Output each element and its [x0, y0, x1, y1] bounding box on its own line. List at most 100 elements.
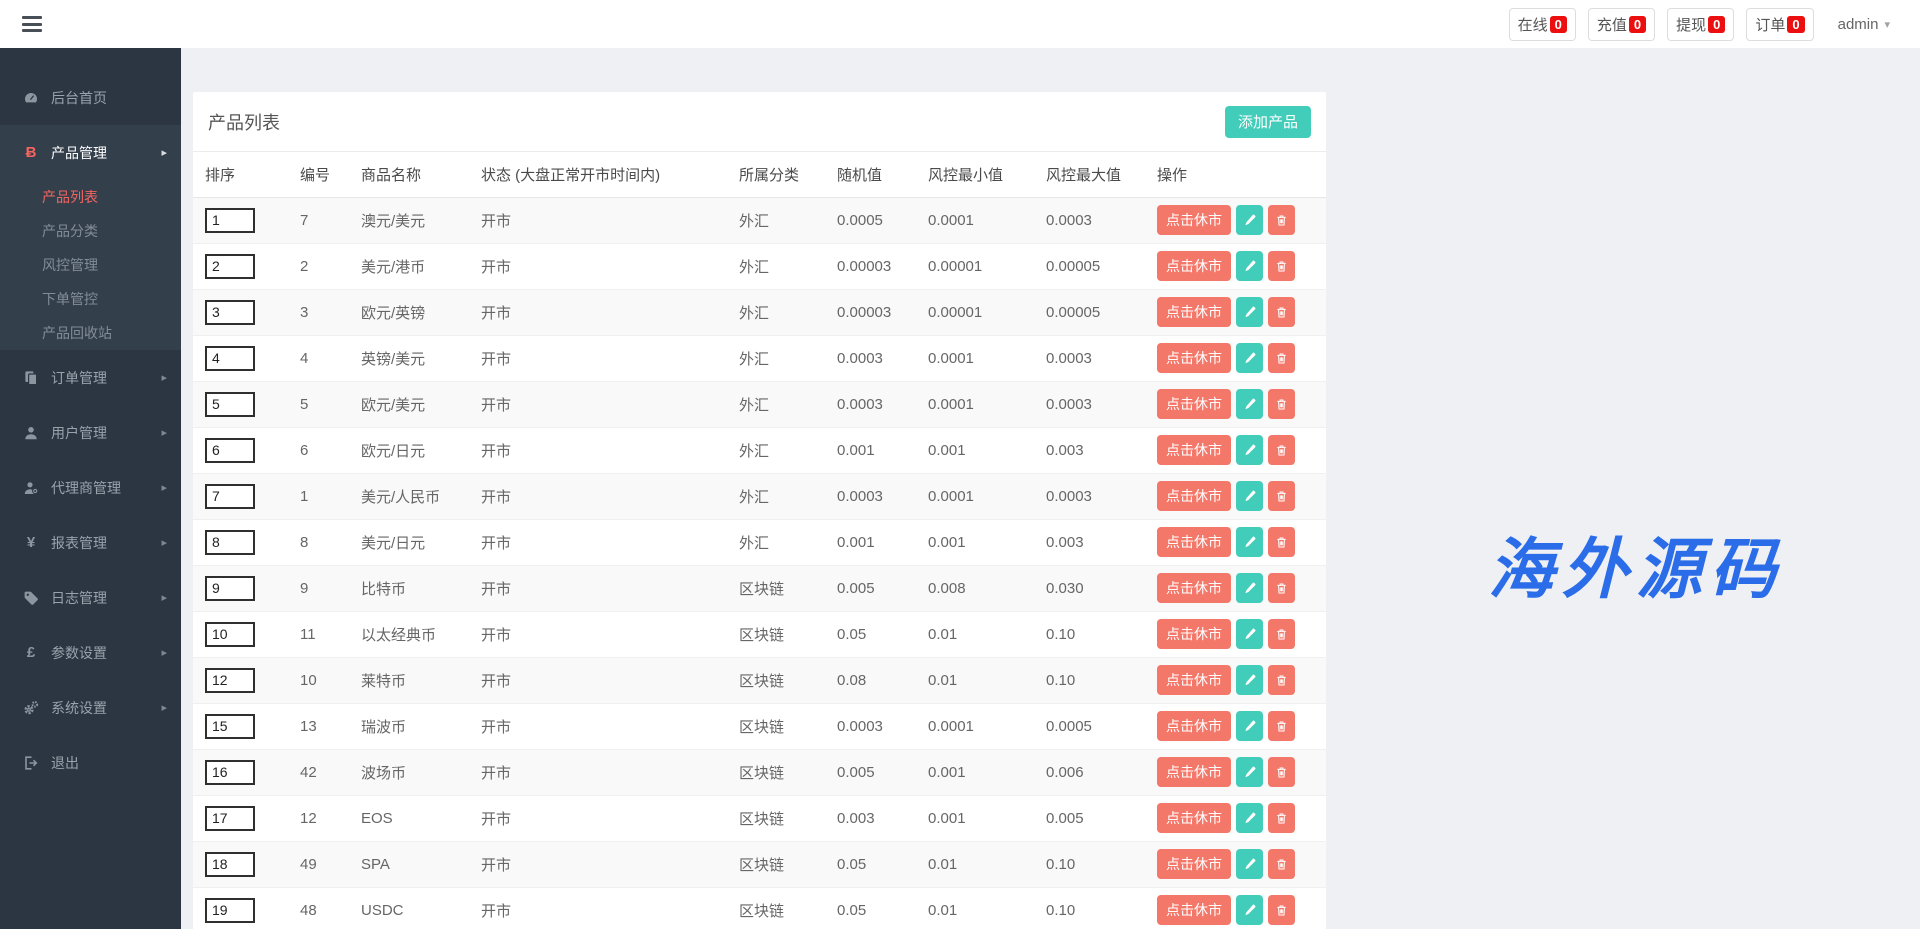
edit-button[interactable]: [1236, 527, 1263, 557]
sort-order-input[interactable]: [205, 668, 255, 693]
toggle-market-button[interactable]: 点击休市: [1157, 711, 1231, 741]
sort-order-input[interactable]: [205, 300, 255, 325]
edit-button[interactable]: [1236, 389, 1263, 419]
sort-order-input[interactable]: [205, 484, 255, 509]
sidebar-item-agent-manage[interactable]: 代理商管理▸: [0, 460, 181, 515]
delete-button[interactable]: [1268, 757, 1295, 787]
sidebar-subitem-product-recycle[interactable]: 产品回收站: [0, 316, 181, 350]
add-product-button[interactable]: 添加产品: [1225, 106, 1311, 138]
toggle-market-button[interactable]: 点击休市: [1157, 205, 1231, 235]
sort-order-input[interactable]: [205, 208, 255, 233]
toggle-market-button[interactable]: 点击休市: [1157, 619, 1231, 649]
toggle-market-button[interactable]: 点击休市: [1157, 849, 1231, 879]
sort-order-input[interactable]: [205, 760, 255, 785]
menu-toggle-icon[interactable]: [22, 13, 42, 36]
sort-order-input[interactable]: [205, 622, 255, 647]
toggle-market-button[interactable]: 点击休市: [1157, 435, 1231, 465]
toggle-market-button[interactable]: 点击休市: [1157, 757, 1231, 787]
sidebar-item-logout[interactable]: 退出: [0, 735, 181, 790]
toggle-market-button[interactable]: 点击休市: [1157, 895, 1231, 925]
toggle-market-button[interactable]: 点击休市: [1157, 803, 1231, 833]
delete-button[interactable]: [1268, 343, 1295, 373]
edit-button[interactable]: [1236, 297, 1263, 327]
edit-button[interactable]: [1236, 205, 1263, 235]
sidebar-subitem-risk-manage[interactable]: 风控管理: [0, 248, 181, 282]
delete-button[interactable]: [1268, 573, 1295, 603]
risk-min-value: 0.01: [916, 841, 1034, 887]
sidebar-item-label: 后台首页: [51, 88, 167, 108]
topbar-stat-online[interactable]: 在线0: [1509, 8, 1576, 41]
product-status: 开市: [469, 473, 727, 519]
sort-order-input[interactable]: [205, 392, 255, 417]
sort-order-input[interactable]: [205, 898, 255, 923]
delete-button[interactable]: [1268, 481, 1295, 511]
product-no: 13: [288, 703, 349, 749]
edit-button[interactable]: [1236, 757, 1263, 787]
toggle-market-button[interactable]: 点击休市: [1157, 527, 1231, 557]
sidebar-item-label: 系统设置: [51, 698, 161, 718]
toggle-market-button[interactable]: 点击休市: [1157, 481, 1231, 511]
sort-order-input[interactable]: [205, 438, 255, 463]
sort-order-input[interactable]: [205, 852, 255, 877]
random-value: 0.005: [825, 749, 916, 795]
delete-button[interactable]: [1268, 895, 1295, 925]
sidebar-item-user-manage[interactable]: 用户管理▸: [0, 405, 181, 460]
delete-button[interactable]: [1268, 251, 1295, 281]
product-row: 6欧元/日元开市外汇0.0010.0010.003 点击休市: [193, 427, 1326, 473]
edit-button[interactable]: [1236, 343, 1263, 373]
toggle-market-button[interactable]: 点击休市: [1157, 251, 1231, 281]
sidebar-item-param-settings[interactable]: £参数设置▸: [0, 625, 181, 680]
toggle-market-button[interactable]: 点击休市: [1157, 297, 1231, 327]
delete-button[interactable]: [1268, 527, 1295, 557]
sort-order-input[interactable]: [205, 576, 255, 601]
sidebar-item-dashboard[interactable]: 后台首页: [0, 70, 181, 125]
sort-order-input[interactable]: [205, 254, 255, 279]
delete-button[interactable]: [1268, 205, 1295, 235]
edit-button[interactable]: [1236, 895, 1263, 925]
edit-button[interactable]: [1236, 803, 1263, 833]
sidebar-item-report-manage[interactable]: ¥报表管理▸: [0, 515, 181, 570]
user-menu[interactable]: admin ▾: [1830, 10, 1898, 39]
edit-button[interactable]: [1236, 665, 1263, 695]
trash-icon: [1275, 582, 1288, 595]
delete-button[interactable]: [1268, 711, 1295, 741]
trash-icon: [1275, 720, 1288, 733]
product-row: 48USDC开市区块链0.050.010.10 点击休市: [193, 887, 1326, 929]
edit-button[interactable]: [1236, 481, 1263, 511]
delete-button[interactable]: [1268, 389, 1295, 419]
toggle-market-button[interactable]: 点击休市: [1157, 343, 1231, 373]
toggle-market-button[interactable]: 点击休市: [1157, 389, 1231, 419]
edit-button[interactable]: [1236, 711, 1263, 741]
topbar-stat-orders[interactable]: 订单0: [1746, 8, 1813, 41]
sidebar-subitem-order-control[interactable]: 下单管控: [0, 282, 181, 316]
sidebar-subitem-product-list[interactable]: 产品列表: [0, 180, 181, 214]
topbar-stat-recharge[interactable]: 充值0: [1588, 8, 1655, 41]
product-category: 外汇: [727, 381, 825, 427]
edit-button[interactable]: [1236, 251, 1263, 281]
product-no: 11: [288, 611, 349, 657]
edit-button[interactable]: [1236, 619, 1263, 649]
sidebar-subitem-product-category[interactable]: 产品分类: [0, 214, 181, 248]
sidebar-item-label: 产品管理: [51, 143, 161, 163]
delete-button[interactable]: [1268, 619, 1295, 649]
sort-order-input[interactable]: [205, 714, 255, 739]
edit-button[interactable]: [1236, 849, 1263, 879]
sidebar-item-order-manage[interactable]: 订单管理▸: [0, 350, 181, 405]
edit-button[interactable]: [1236, 435, 1263, 465]
product-category: 区块链: [727, 795, 825, 841]
sidebar-item-product-manage[interactable]: Ƀ产品管理▸: [0, 125, 181, 180]
sort-order-input[interactable]: [205, 806, 255, 831]
sidebar-item-log-manage[interactable]: 日志管理▸: [0, 570, 181, 625]
toggle-market-button[interactable]: 点击休市: [1157, 665, 1231, 695]
toggle-market-button[interactable]: 点击休市: [1157, 573, 1231, 603]
delete-button[interactable]: [1268, 665, 1295, 695]
delete-button[interactable]: [1268, 803, 1295, 833]
sidebar-item-system-settings[interactable]: 系统设置▸: [0, 680, 181, 735]
delete-button[interactable]: [1268, 849, 1295, 879]
topbar-stat-withdraw[interactable]: 提现0: [1667, 8, 1734, 41]
sort-order-input[interactable]: [205, 530, 255, 555]
edit-button[interactable]: [1236, 573, 1263, 603]
delete-button[interactable]: [1268, 435, 1295, 465]
delete-button[interactable]: [1268, 297, 1295, 327]
sort-order-input[interactable]: [205, 346, 255, 371]
